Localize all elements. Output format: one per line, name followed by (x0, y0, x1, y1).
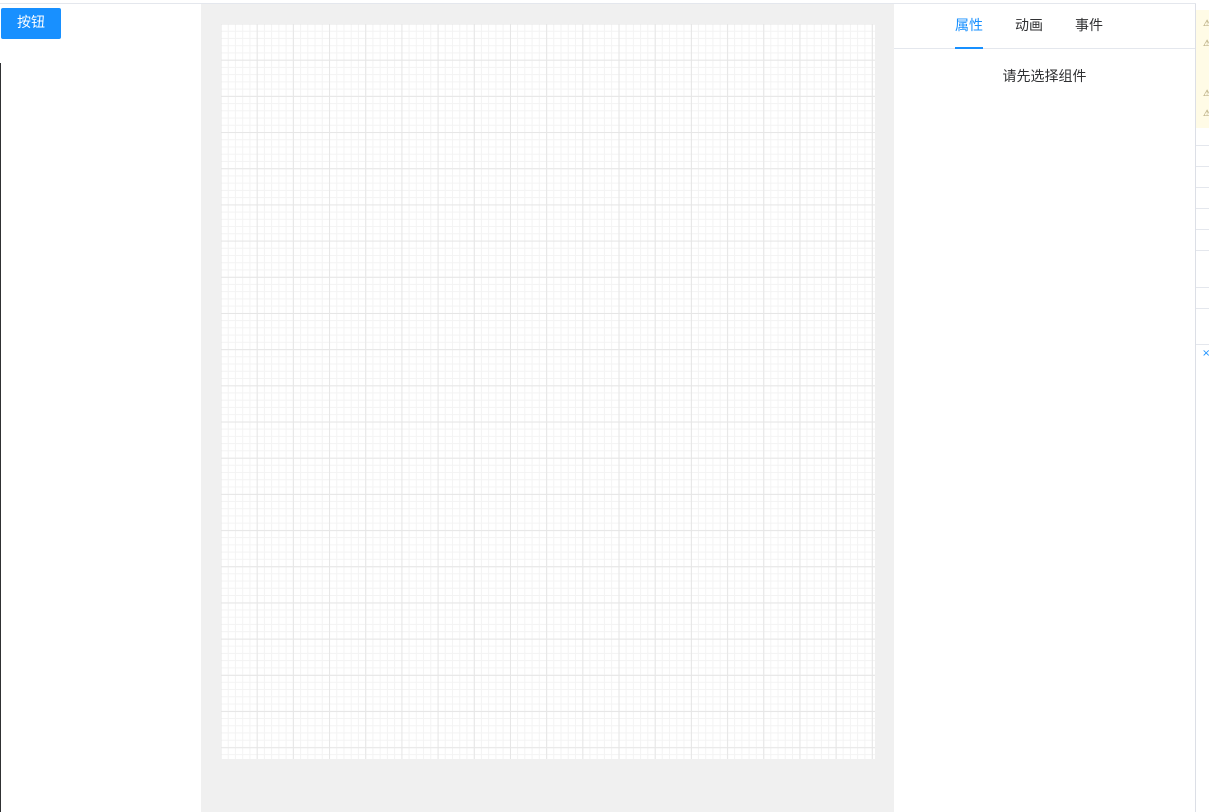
adjacent-panel-edge: ⚠ ⚠ ⚠ ⚠ × (1196, 0, 1209, 812)
list-divider (1196, 287, 1209, 288)
warning-icon: ⚠ (1203, 89, 1209, 99)
list-divider (1196, 145, 1209, 146)
tab-animation[interactable]: 动画 (1015, 4, 1043, 49)
left-edge-divider (0, 63, 1, 812)
list-divider (1196, 229, 1209, 230)
list-divider (1196, 187, 1209, 188)
close-icon[interactable]: × (1202, 348, 1209, 359)
warning-icon: ⚠ (1203, 39, 1209, 49)
list-divider (1196, 308, 1209, 309)
active-tab-indicator (955, 47, 983, 49)
tab-events[interactable]: 事件 (1075, 4, 1103, 49)
attribute-panel: 属性 动画 事件 请先选择组件 (894, 4, 1196, 812)
editor-area (201, 4, 894, 812)
component-list-panel: 按钮 (0, 4, 201, 812)
attribute-tabs: 属性 动画 事件 (894, 4, 1195, 49)
list-divider (1196, 208, 1209, 209)
editor-app: 按钮 属性 动画 事件 请先选择组件 ⚠ ⚠ ⚠ ⚠ × (0, 0, 1209, 812)
warning-list-edge: ⚠ ⚠ ⚠ ⚠ (1196, 10, 1209, 128)
list-divider (1196, 166, 1209, 167)
select-component-hint: 请先选择组件 (1002, 69, 1087, 85)
button-component-item[interactable]: 按钮 (1, 8, 61, 39)
warning-icon: ⚠ (1203, 19, 1209, 29)
warning-icon: ⚠ (1203, 109, 1209, 119)
tab-attributes[interactable]: 属性 (955, 4, 983, 49)
list-divider (1196, 344, 1209, 345)
editor-canvas-grid[interactable] (221, 24, 875, 759)
list-divider (1196, 250, 1209, 251)
